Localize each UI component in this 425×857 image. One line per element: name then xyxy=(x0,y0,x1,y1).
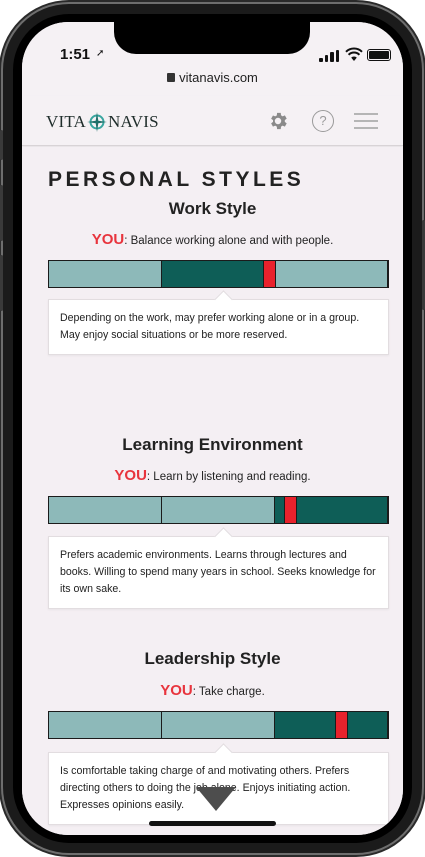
bar-segment-1 xyxy=(49,497,162,523)
logo-text-left: VITA xyxy=(46,112,87,131)
compass-icon xyxy=(87,112,108,132)
style-bar xyxy=(48,260,389,288)
vitanavis-logo[interactable]: VITA NAVIS xyxy=(46,112,159,132)
battery-icon xyxy=(367,49,391,61)
you-label: YOU xyxy=(114,467,147,484)
gear-icon[interactable] xyxy=(267,110,289,132)
signal-icon xyxy=(319,50,341,62)
style-bar xyxy=(48,496,389,524)
you-label: YOU xyxy=(91,231,125,248)
volume-down-button xyxy=(0,255,3,311)
hamburger-menu-icon[interactable] xyxy=(354,112,378,130)
main-content: PERSONAL STYLES Work Style YOU: Balance … xyxy=(22,147,403,835)
wifi-icon xyxy=(345,47,363,61)
logo-text-right: NAVIS xyxy=(108,112,159,131)
url-bar[interactable]: vitanavis.com xyxy=(22,70,403,94)
help-icon[interactable]: ? xyxy=(312,110,334,132)
silent-switch xyxy=(0,130,3,160)
status-bar: 1:51 ➚ xyxy=(22,22,403,72)
page-title: PERSONAL STYLES xyxy=(48,168,305,191)
notch xyxy=(114,22,310,54)
bar-segment-2 xyxy=(162,261,275,287)
section-title: Work Style xyxy=(168,199,257,218)
bar-segment-2 xyxy=(162,712,275,738)
you-line: YOU: Balance working alone and with peop… xyxy=(22,231,403,248)
you-text: : Learn by listening and reading. xyxy=(146,471,311,483)
section-title: Learning Environment xyxy=(122,435,303,454)
you-text: : Balance working alone and with people. xyxy=(124,235,334,247)
you-marker xyxy=(263,261,277,287)
volume-up-button xyxy=(0,185,3,241)
style-bar xyxy=(48,711,389,739)
location-arrow-icon: ➚ xyxy=(96,48,105,59)
bar-segment-1 xyxy=(49,261,162,287)
you-marker xyxy=(334,712,348,738)
bar-segment-2 xyxy=(162,497,275,523)
status-time: 1:51 xyxy=(60,46,91,63)
section-title: Leadership Style xyxy=(144,649,281,668)
you-label: YOU xyxy=(160,682,193,699)
lock-icon xyxy=(167,73,176,82)
app-header: VITA NAVIS ? xyxy=(22,96,403,146)
you-line: YOU: Take charge. xyxy=(22,682,403,699)
phone-screen: 1:51 ➚ vitanavis.com VITA NAVIS ? PERSON… xyxy=(22,22,403,835)
home-indicator[interactable] xyxy=(149,821,276,826)
bar-segment-3 xyxy=(275,712,388,738)
you-line: YOU: Learn by listening and reading. xyxy=(22,467,403,484)
scroll-down-arrow-icon[interactable] xyxy=(196,787,236,811)
url-text: vitanavis.com xyxy=(179,70,258,85)
description-box: Depending on the work, may prefer workin… xyxy=(48,299,389,355)
you-text: : Take charge. xyxy=(192,686,265,698)
bar-segment-3 xyxy=(275,261,388,287)
bar-segment-1 xyxy=(49,712,162,738)
description-box: Prefers academic environments. Learns th… xyxy=(48,536,389,609)
you-marker xyxy=(283,497,297,523)
